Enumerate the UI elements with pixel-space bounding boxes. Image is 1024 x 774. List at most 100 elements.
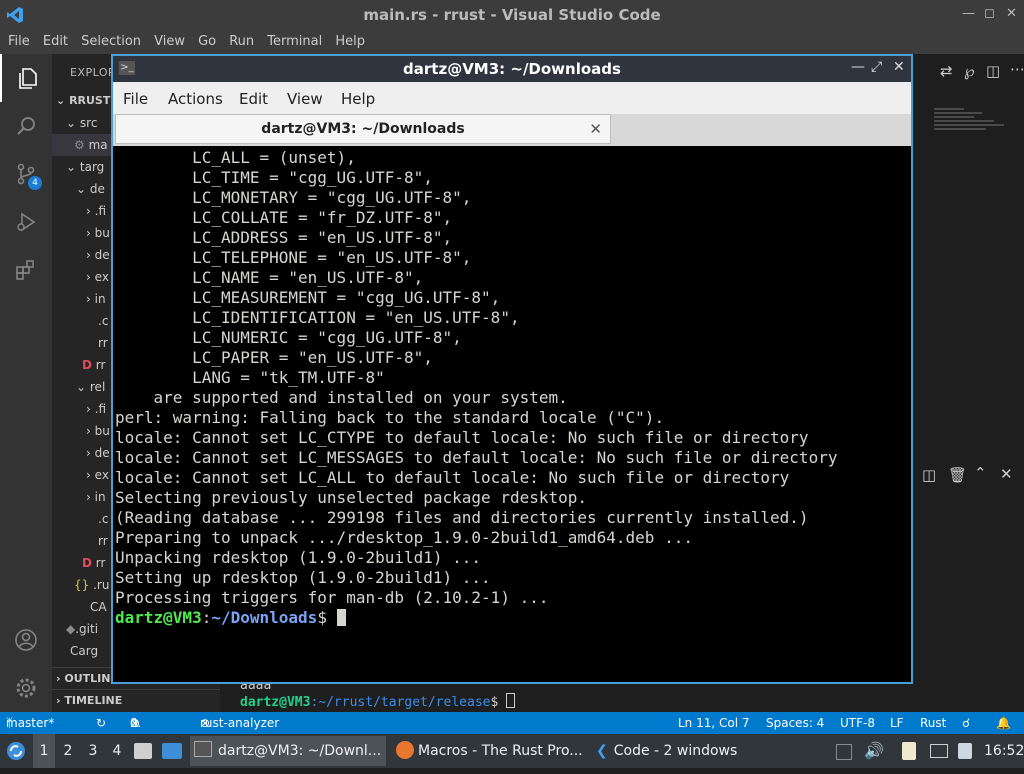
chevron-right-icon: › [86,446,91,460]
close-panel-icon[interactable]: ✕ [1000,465,1013,483]
terminal-line: Selecting previously unselected package … [115,488,588,507]
menu-selection[interactable]: Selection [77,31,145,49]
sync-icon[interactable]: ↻ [96,712,106,734]
terminal-line: LC_COLLATE = "fr_DZ.UTF-8", [115,208,453,227]
split-terminal-icon[interactable]: ◫ [922,466,936,484]
terminal-menu-edit[interactable]: Edit [239,90,268,108]
task-terminal[interactable]: dartz@VM3: ~/Downl... [190,736,386,766]
terminal-tab-title: dartz@VM3: ~/Downloads [261,121,465,137]
terminal-icon [194,741,212,757]
terminal-menu-file[interactable]: File [123,90,148,108]
terminal-prompt: dartz@VM3:~/rrust/target/release$ [240,693,940,710]
start-menu-icon[interactable] [6,734,26,768]
chevron-up-icon[interactable]: ⌃ [974,464,987,482]
terminal-line: LC_TELEPHONE = "en_US.UTF-8", [115,248,472,267]
clock[interactable]: 16:52 [984,734,1024,768]
show-desktop-icon[interactable] [162,743,182,759]
network-icon[interactable] [930,744,948,758]
cursor-position[interactable]: Ln 11, Col 7 [678,712,750,734]
explorer-icon[interactable] [0,54,54,102]
chevron-down-icon: ⌄ [56,94,66,107]
menu-go[interactable]: Go [194,31,220,49]
timeline-section[interactable]: › TIMELINE [52,689,220,712]
terminal-line: LC_MEASUREMENT = "cgg_UG.UTF-8", [115,288,501,307]
terminal-menu-help[interactable]: Help [341,90,375,108]
tray-window-icon[interactable] [836,744,852,760]
menu-edit[interactable]: Edit [39,31,72,49]
terminal-line: LC_IDENTIFICATION = "en_US.UTF-8", [115,308,520,327]
d-file-icon: D [82,358,92,372]
terminal-line: LANG = "tk_TM.UTF-8" [115,368,385,387]
chevron-right-icon: › [86,248,91,262]
terminal-menu-view[interactable]: View [287,90,323,108]
chevron-right-icon: › [56,694,61,707]
run-debug-icon[interactable] [0,198,52,246]
task-firefox[interactable]: Macros - The Rust Pro... [394,736,588,766]
minimize-icon[interactable]: — [851,59,865,75]
terminal-window-title: dartz@VM3: ~/Downloads [403,60,621,78]
trash-icon[interactable]: 🗑 [948,466,967,484]
terminal-tabbar: dartz@VM3: ~/Downloads ✕ [113,114,911,146]
indentation-status[interactable]: Spaces: 4 [766,712,824,734]
feedback-icon[interactable]: ☌ [962,712,970,734]
task-vscode[interactable]: ❮ Code - 2 windows [594,736,744,766]
chevron-right-icon: › [56,672,61,685]
close-icon[interactable]: ✕ [1006,6,1017,21]
status-bar: ᛉ master* ↻ ⊗ 0 ⚠ 0 ⊗ rust-analyzer Ln 1… [0,712,1024,734]
menu-terminal[interactable]: Terminal [263,31,326,49]
terminal-line: LC_PAPER = "en_US.UTF-8", [115,348,433,367]
terminal-line: LC_ADDRESS = "en_US.UTF-8", [115,228,453,247]
workspace-2[interactable]: 2 [57,734,79,768]
window-title: main.rs - rrust - Visual Studio Code [363,6,661,24]
encoding-status[interactable]: UTF-8 [840,712,875,734]
split-editor-icon[interactable]: ◫ [986,62,1000,80]
menu-file[interactable]: File [4,31,34,49]
terminal-output[interactable]: LC_ALL = (unset), LC_TIME = "cgg_UG.UTF-… [113,146,911,682]
eol-status[interactable]: LF [890,712,904,734]
menu-help[interactable]: Help [331,31,369,49]
source-control-graph-icon[interactable]: ℘ [964,62,974,80]
search-icon[interactable] [0,102,52,150]
terminal-menubar: File Actions Edit View Help [113,82,911,114]
workspace-1[interactable]: 1 [33,734,55,768]
prompt-segment: ~/Downloads [211,608,318,627]
terminal-cursor [506,693,516,708]
maximize-icon[interactable]: ⤢ [871,59,882,75]
close-tab-icon[interactable]: ✕ [589,120,602,138]
extensions-icon[interactable] [0,246,52,294]
file-manager-icon[interactable] [134,743,152,759]
chevron-right-icon: › [86,424,91,438]
rust-file-icon: ⚙ [74,138,85,152]
taskbar: 1 2 3 4 dartz@VM3: ~/Downl... Macros - T… [0,734,1024,768]
terminal-line: perl: warning: Falling back to the stand… [115,408,665,427]
updates-icon[interactable] [958,743,972,759]
editor-toolbar: ⇄ ℘ ◫ ⋯ [920,60,1024,84]
close-icon[interactable]: ✕ [893,59,905,75]
terminal-window: >_ dartz@VM3: ~/Downloads — ⤢ ✕ File Act… [111,54,913,684]
chevron-down-icon: ⌄ [66,116,77,130]
chevron-right-icon: › [86,490,91,504]
terminal-tab[interactable]: dartz@VM3: ~/Downloads ✕ [115,114,611,144]
terminal-line: Processing triggers for man-db (2.10.2-1… [115,588,549,607]
terminal-titlebar[interactable]: >_ dartz@VM3: ~/Downloads — ⤢ ✕ [113,56,911,82]
terminal-menu-actions[interactable]: Actions [168,90,223,108]
more-actions-icon[interactable]: ⋯ [1010,60,1024,78]
menu-view[interactable]: View [150,31,189,49]
source-control-icon[interactable]: 4 [0,150,52,198]
language-status[interactable]: Rust [920,712,946,734]
maximize-icon[interactable]: ◻ [984,6,995,21]
notifications-icon[interactable]: 🔔 [996,712,1011,734]
vscode-icon: ❮ [596,743,608,759]
volume-icon[interactable]: 🔊 [864,734,884,768]
account-icon[interactable] [0,616,52,664]
firefox-icon [396,741,414,759]
workspace-3[interactable]: 3 [82,734,104,768]
menu-run[interactable]: Run [225,31,258,49]
clipboard-icon[interactable] [902,742,916,760]
chevron-right-icon: › [86,292,91,306]
minimize-icon[interactable]: — [962,6,975,21]
chevron-right-icon: › [86,226,91,240]
compare-icon[interactable]: ⇄ [940,62,953,80]
workspace-4[interactable]: 4 [106,734,128,768]
settings-gear-icon[interactable] [0,664,52,712]
